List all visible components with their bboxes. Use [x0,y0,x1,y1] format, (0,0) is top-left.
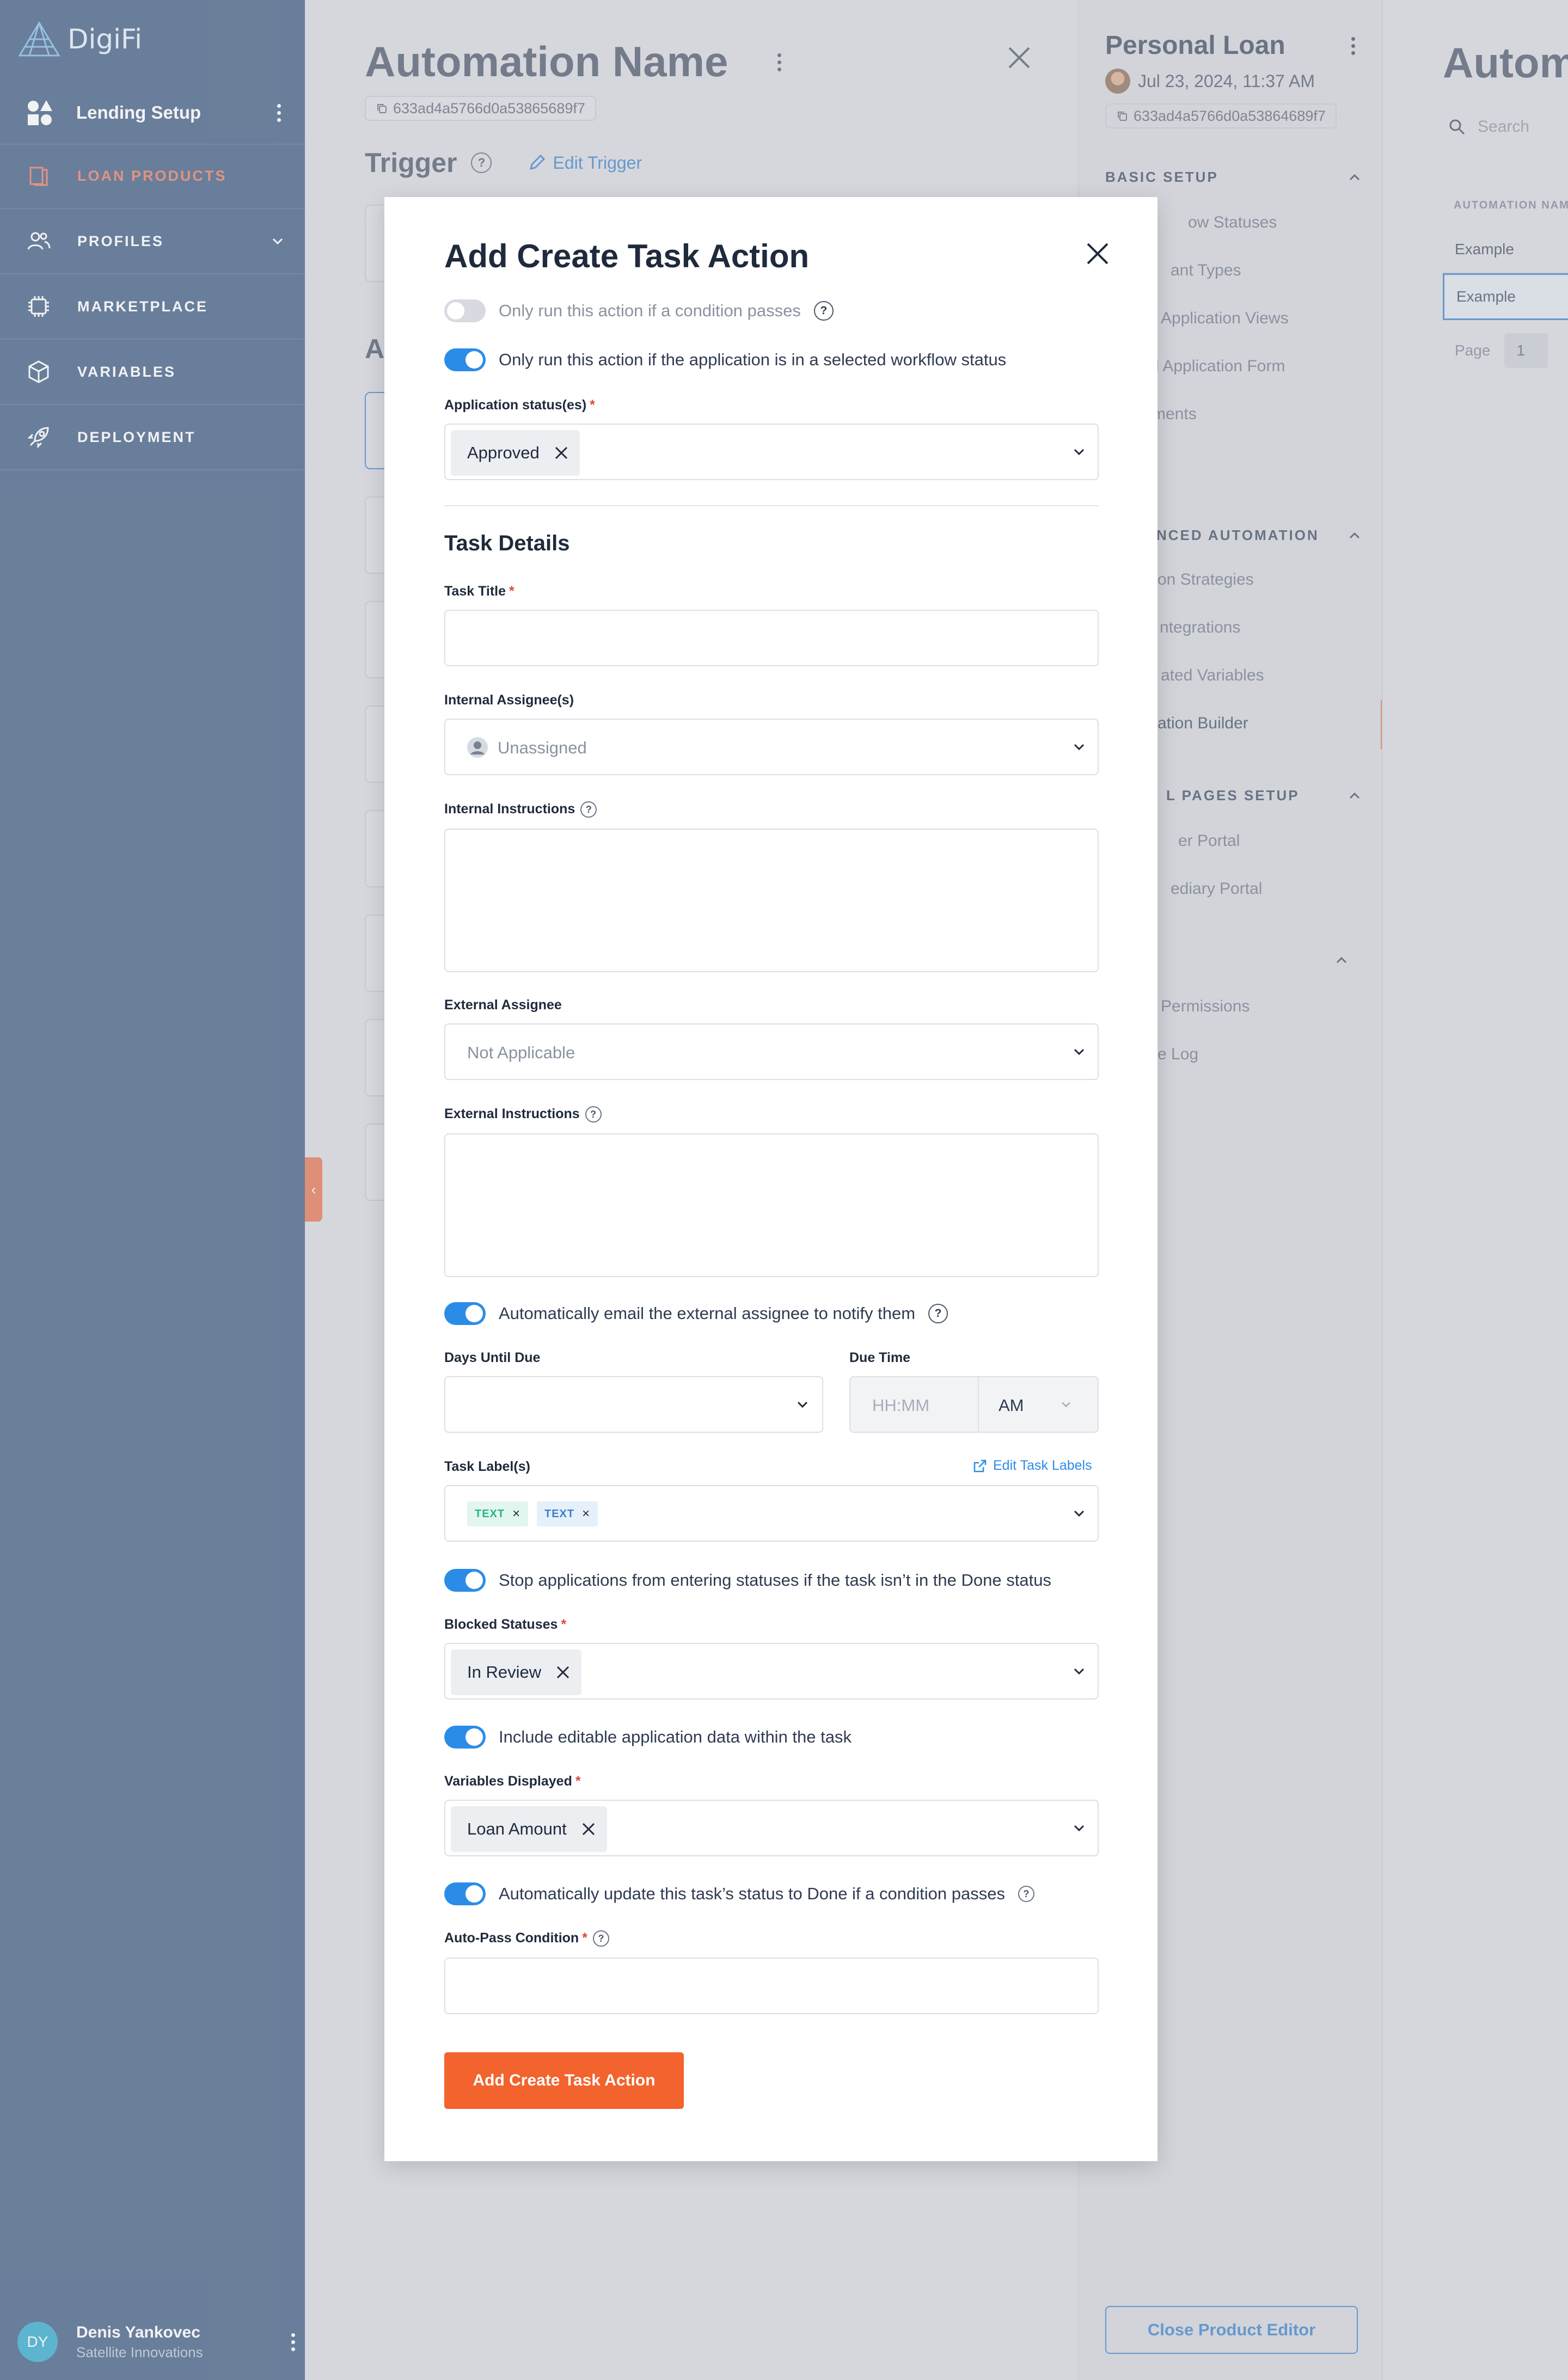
chevron-down-icon [1074,744,1085,751]
close-icon[interactable] [1085,241,1111,267]
due-time-input[interactable]: HH:MM AM [849,1376,1099,1433]
condition-toggle-label: Only run this action if a condition pass… [499,301,801,320]
internal-instructions-textarea[interactable] [444,829,1099,972]
chip-label: In Review [467,1663,542,1682]
status-toggle[interactable] [444,348,486,371]
chevron-down-icon [1074,1668,1085,1675]
block-toggle-label: Stop applications from entering statuses… [499,1571,1051,1590]
task-details-title: Task Details [444,531,570,555]
help-icon[interactable]: ? [585,1106,602,1123]
remove-tag-icon[interactable]: × [512,1506,520,1522]
help-icon[interactable]: ? [592,1930,609,1947]
chevron-down-icon [1074,1048,1085,1056]
tag-text: TEXT [475,1507,505,1520]
status-chip: In Review [451,1649,582,1695]
editable-toggle[interactable] [444,1726,486,1749]
tag-text: TEXT [544,1507,575,1520]
days-until-due-select[interactable] [444,1376,823,1433]
remove-tag-icon[interactable]: × [582,1506,590,1522]
internal-assignee-label: Internal Assignee(s) [444,692,574,708]
remove-chip-icon[interactable] [555,1665,571,1680]
task-label-tag: TEXT × [467,1501,529,1526]
help-icon[interactable]: ? [813,301,834,321]
autopass-toggle-label: Automatically update this task’s status … [499,1884,1005,1903]
status-toggle-label: Only run this action if the application … [499,350,1007,369]
help-icon[interactable]: ? [1018,1886,1034,1902]
days-until-due-label: Days Until Due [444,1350,541,1365]
chevron-down-icon [1074,1825,1085,1832]
task-labels-label: Task Label(s) [444,1459,530,1474]
external-assignee-select[interactable]: Not Applicable [444,1023,1099,1080]
task-labels-select[interactable]: TEXT × TEXT × [444,1485,1099,1542]
external-instructions-label: External Instructions? [444,1106,602,1123]
due-time-label: Due Time [849,1350,911,1365]
ampm-select[interactable]: AM [999,1396,1024,1415]
help-icon[interactable]: ? [580,801,597,818]
email-toggle[interactable] [444,1302,486,1325]
blocked-statuses-select[interactable]: In Review [444,1643,1099,1700]
app-status-label: Application status(es) * [444,397,595,413]
autopass-condition-input[interactable] [444,1958,1099,2014]
edit-task-labels-link[interactable]: Edit Task Labels [972,1458,1092,1474]
variable-chip: Loan Amount [451,1806,607,1852]
user-avatar-icon [467,737,488,758]
variables-displayed-select[interactable]: Loan Amount [444,1800,1099,1856]
internal-assignee-placeholder: Unassigned [498,738,587,757]
app-status-select[interactable]: Approved [444,424,1099,480]
autopass-toggle[interactable] [444,1882,486,1905]
external-instructions-textarea[interactable] [444,1133,1099,1277]
status-toggle-row: Only run this action if the application … [444,348,1006,371]
blocked-statuses-label: Blocked Statuses * [444,1617,567,1632]
autopass-label: Auto-Pass Condition *? [444,1930,609,1947]
due-time-divider [978,1377,979,1432]
modal-title: Add Create Task Action [444,238,810,274]
condition-toggle[interactable] [444,299,486,322]
chevron-down-icon [1074,1510,1085,1517]
block-toggle-row: Stop applications from entering statuses… [444,1569,1051,1592]
task-title-input[interactable] [444,610,1099,666]
internal-instructions-label: Internal Instructions? [444,801,597,818]
remove-chip-icon[interactable] [554,445,569,461]
chip-label: Loan Amount [467,1819,567,1838]
help-icon[interactable]: ? [928,1304,948,1323]
task-label-tag: TEXT × [537,1501,598,1526]
chip-label: Approved [467,443,540,462]
due-time-placeholder: HH:MM [872,1396,930,1415]
block-toggle[interactable] [444,1569,486,1592]
add-create-task-action-modal: Add Create Task Action Only run this act… [384,197,1157,2161]
edit-task-labels-label: Edit Task Labels [993,1458,1092,1473]
add-create-task-action-button[interactable]: Add Create Task Action [444,2052,684,2109]
external-link-icon [973,1459,987,1472]
editable-toggle-row: Include editable application data within… [444,1726,852,1749]
chevron-down-icon [1074,449,1085,456]
email-toggle-row: Automatically email the external assigne… [444,1302,948,1325]
status-chip: Approved [451,430,580,476]
internal-assignee-select[interactable]: Unassigned [444,719,1099,775]
chevron-down-icon [797,1401,808,1408]
divider [444,505,1099,506]
external-assignee-placeholder: Not Applicable [467,1043,575,1062]
task-title-label: Task Title * [444,584,514,599]
chevron-down-icon [1062,1402,1070,1408]
email-toggle-label: Automatically email the external assigne… [499,1304,916,1323]
autopass-toggle-row: Automatically update this task’s status … [444,1882,1034,1905]
external-assignee-label: External Assignee [444,997,562,1013]
condition-toggle-row: Only run this action if a condition pass… [444,299,834,322]
remove-chip-icon[interactable] [581,1821,596,1837]
variables-displayed-label: Variables Displayed * [444,1774,581,1789]
editable-toggle-label: Include editable application data within… [499,1727,852,1746]
